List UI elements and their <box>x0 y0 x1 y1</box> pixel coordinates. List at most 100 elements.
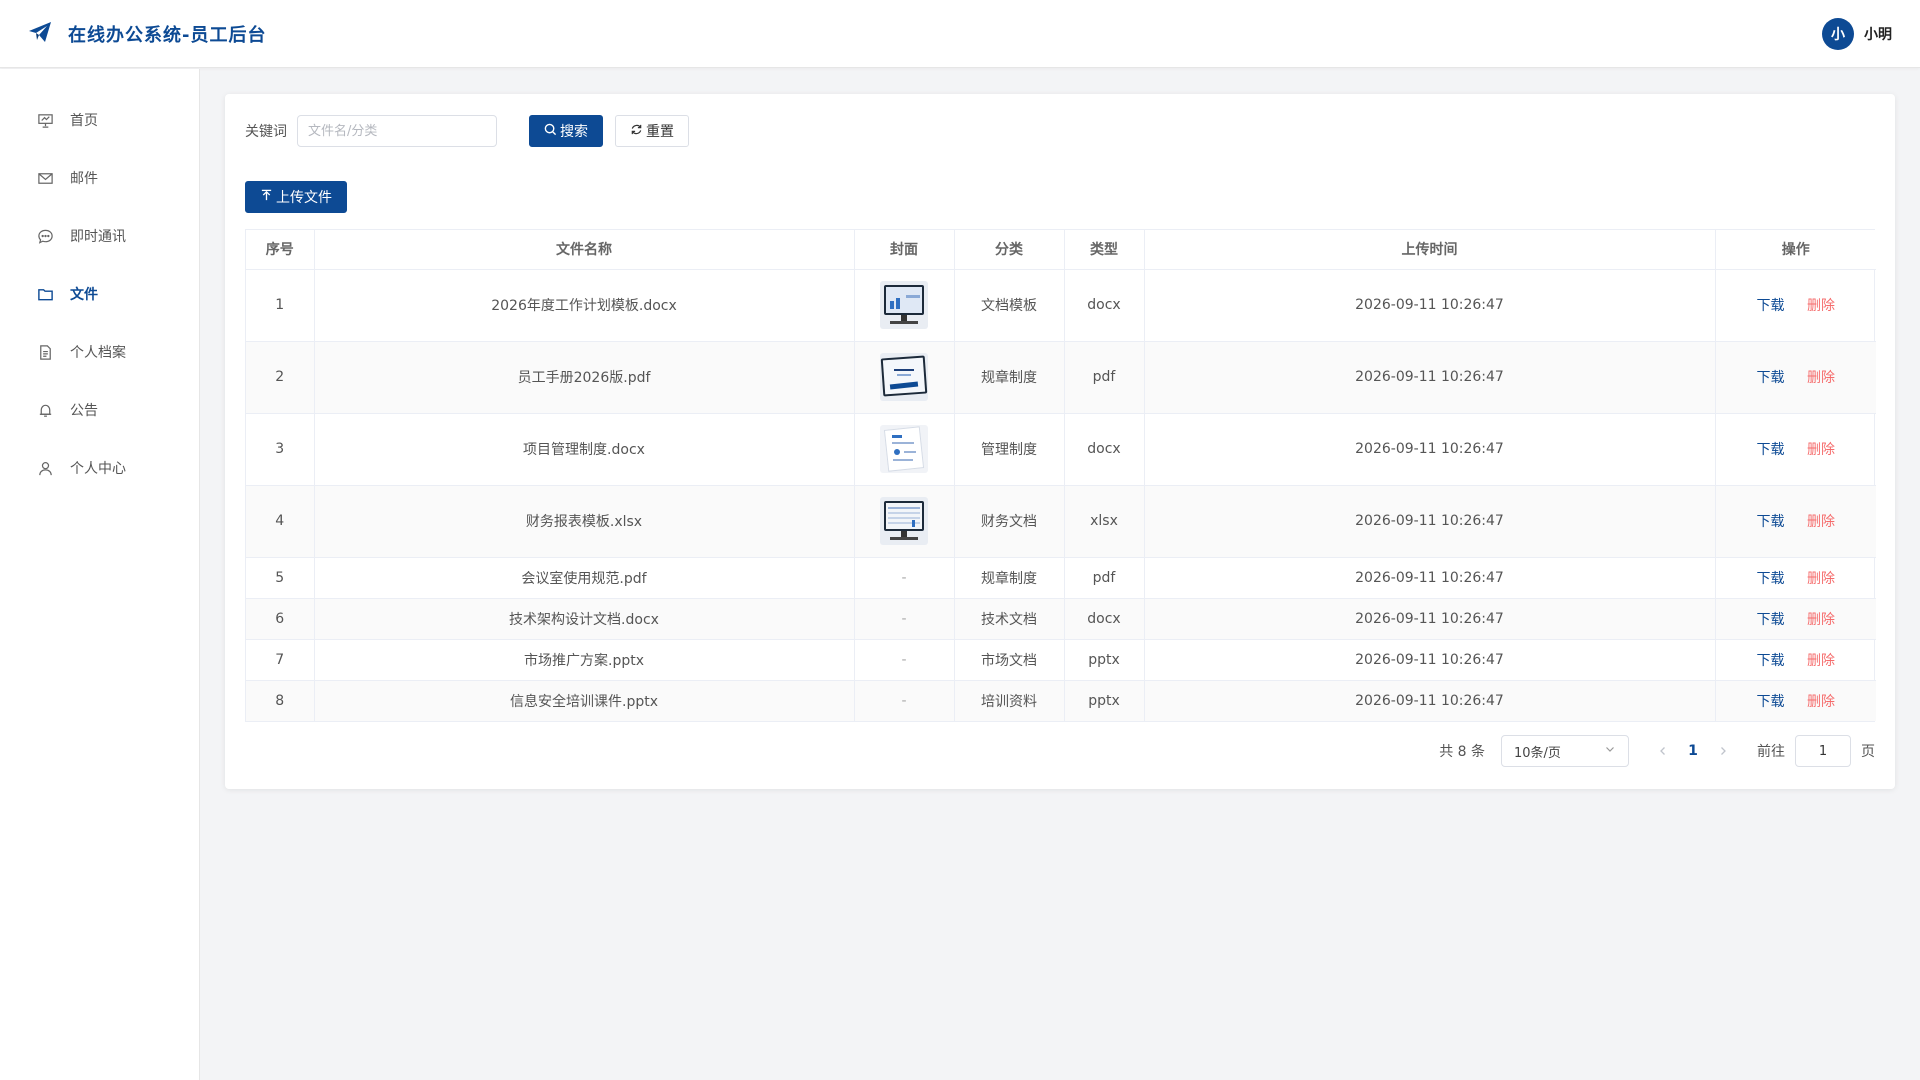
user-name[interactable]: 小明 <box>1864 24 1892 44</box>
sidebar-item-profile-archive[interactable]: 个人档案 <box>0 323 199 381</box>
next-page-button[interactable] <box>1713 745 1733 757</box>
download-link[interactable]: 下载 <box>1757 694 1785 710</box>
cell-name: 财务报表模板.xlsx <box>314 485 855 558</box>
folder-icon <box>36 285 54 303</box>
search-button-label: 搜索 <box>560 124 588 140</box>
download-link[interactable]: 下载 <box>1757 653 1785 669</box>
chevron-right-icon <box>1721 747 1726 755</box>
table-row: 2 员工手册2026版.pdf 规章制度 pdf 2026-09-11 10:2… <box>246 341 1876 414</box>
goto-page-input[interactable] <box>1795 735 1851 767</box>
cell-upload-time: 2026-09-11 10:26:47 <box>1144 598 1716 640</box>
sidebar-item-mail[interactable]: 邮件 <box>0 149 199 207</box>
cell-cover <box>854 413 955 486</box>
cover-thumbnail[interactable] <box>880 497 928 545</box>
cover-thumbnail[interactable] <box>880 281 928 329</box>
cell-category: 技术文档 <box>954 598 1065 640</box>
sidebar-item-label: 首页 <box>70 113 98 129</box>
sidebar-item-chat[interactable]: 即时通讯 <box>0 207 199 265</box>
column-header-category: 分类 <box>954 230 1065 270</box>
sidebar-item-label: 个人中心 <box>70 461 126 477</box>
user-icon <box>36 459 54 477</box>
cell-upload-time: 2026-09-11 10:26:47 <box>1144 485 1716 558</box>
cover-thumbnail[interactable] <box>880 353 928 401</box>
keyword-label: 关键词 <box>245 124 287 140</box>
cell-category: 文档模板 <box>954 269 1065 342</box>
cell-type: pdf <box>1064 341 1145 414</box>
download-link[interactable]: 下载 <box>1757 442 1785 458</box>
delete-link[interactable]: 删除 <box>1807 571 1835 587</box>
cell-no: 8 <box>246 680 315 721</box>
delete-link[interactable]: 删除 <box>1807 298 1835 314</box>
reset-button[interactable]: 重置 <box>615 115 689 147</box>
cell-cover: - <box>854 557 955 599</box>
cell-type: pptx <box>1064 680 1145 721</box>
cell-category: 管理制度 <box>954 413 1065 486</box>
user-menu[interactable]: 小 小明 <box>1822 17 1892 50</box>
delete-link[interactable]: 删除 <box>1807 442 1835 458</box>
chat-icon <box>36 227 54 245</box>
cell-category: 市场文档 <box>954 639 1065 681</box>
table-row: 4 财务报表模板.xlsx 财务文档 xlsx 2026-09-11 10:26… <box>246 485 1876 558</box>
page-number-current[interactable]: 1 <box>1673 743 1713 759</box>
cell-name: 会议室使用规范.pdf <box>314 557 855 599</box>
download-link[interactable]: 下载 <box>1757 612 1785 628</box>
upload-file-button[interactable]: 上传文件 <box>245 181 347 213</box>
sidebar-item-label: 个人档案 <box>70 345 126 361</box>
sidebar-item-label: 即时通讯 <box>70 229 126 245</box>
cell-actions: 下载 删除 <box>1715 269 1876 342</box>
download-link[interactable]: 下载 <box>1757 370 1785 386</box>
download-link[interactable]: 下载 <box>1757 514 1785 530</box>
search-button[interactable]: 搜索 <box>529 115 603 147</box>
sidebar: 首页 邮件 即时通讯 文件 个人档案 公告 个人中心 <box>0 69 200 1080</box>
cell-upload-time: 2026-09-11 10:26:47 <box>1144 269 1716 342</box>
delete-link[interactable]: 删除 <box>1807 514 1835 530</box>
delete-link[interactable]: 删除 <box>1807 612 1835 628</box>
upload-icon <box>260 189 273 206</box>
prev-page-button[interactable] <box>1653 745 1673 757</box>
top-header: 在线办公系统-员工后台 小 小明 <box>0 0 1920 68</box>
cell-cover: - <box>854 680 955 721</box>
delete-link[interactable]: 删除 <box>1807 653 1835 669</box>
cover-thumbnail[interactable] <box>880 425 928 473</box>
table-row: 7 市场推广方案.pptx - 市场文档 pptx 2026-09-11 10:… <box>246 639 1876 681</box>
cell-type: pdf <box>1064 557 1145 599</box>
cell-cover <box>854 269 955 342</box>
delete-link[interactable]: 删除 <box>1807 694 1835 710</box>
file-panel: 关键词 搜索 重置 上传文件 序号 文件名称 封面 分类 类型 <box>225 94 1895 789</box>
cell-actions: 下载 删除 <box>1715 413 1876 486</box>
column-header-upload-time: 上传时间 <box>1144 230 1716 270</box>
cell-cover: - <box>854 639 955 681</box>
keyword-input[interactable] <box>297 115 497 147</box>
cell-actions: 下载 删除 <box>1715 341 1876 414</box>
cell-upload-time: 2026-09-11 10:26:47 <box>1144 341 1716 414</box>
sidebar-item-home[interactable]: 首页 <box>0 91 199 149</box>
cell-actions: 下载 删除 <box>1715 598 1876 640</box>
sidebar-item-files[interactable]: 文件 <box>0 265 199 323</box>
document-icon <box>36 343 54 361</box>
cell-cover: - <box>854 598 955 640</box>
cell-upload-time: 2026-09-11 10:26:47 <box>1144 639 1716 681</box>
cell-category: 培训资料 <box>954 680 1065 721</box>
column-header-actions: 操作 <box>1715 230 1876 270</box>
cell-upload-time: 2026-09-11 10:26:47 <box>1144 413 1716 486</box>
cell-no: 4 <box>246 485 315 558</box>
goto-label: 前往 <box>1757 744 1785 760</box>
avatar[interactable]: 小 <box>1822 17 1854 50</box>
cell-actions: 下载 删除 <box>1715 557 1876 599</box>
cell-type: docx <box>1064 598 1145 640</box>
cell-category: 规章制度 <box>954 341 1065 414</box>
download-link[interactable]: 下载 <box>1757 298 1785 314</box>
total-count: 共 8 条 <box>1439 744 1485 760</box>
page-size-select[interactable]: 10条/页 <box>1501 735 1629 767</box>
table-row: 5 会议室使用规范.pdf - 规章制度 pdf 2026-09-11 10:2… <box>246 557 1876 599</box>
cell-upload-time: 2026-09-11 10:26:47 <box>1144 557 1716 599</box>
sidebar-item-user-center[interactable]: 个人中心 <box>0 439 199 497</box>
refresh-icon <box>630 123 643 140</box>
download-link[interactable]: 下载 <box>1757 571 1785 587</box>
delete-link[interactable]: 删除 <box>1807 370 1835 386</box>
sidebar-item-announcement[interactable]: 公告 <box>0 381 199 439</box>
file-table: 序号 文件名称 封面 分类 类型 上传时间 操作 1 2026年度工作计划模板.… <box>245 229 1876 722</box>
sidebar-item-label: 文件 <box>70 287 98 303</box>
brand[interactable]: 在线办公系统-员工后台 <box>28 21 266 47</box>
app-title: 在线办公系统-员工后台 <box>68 24 267 46</box>
